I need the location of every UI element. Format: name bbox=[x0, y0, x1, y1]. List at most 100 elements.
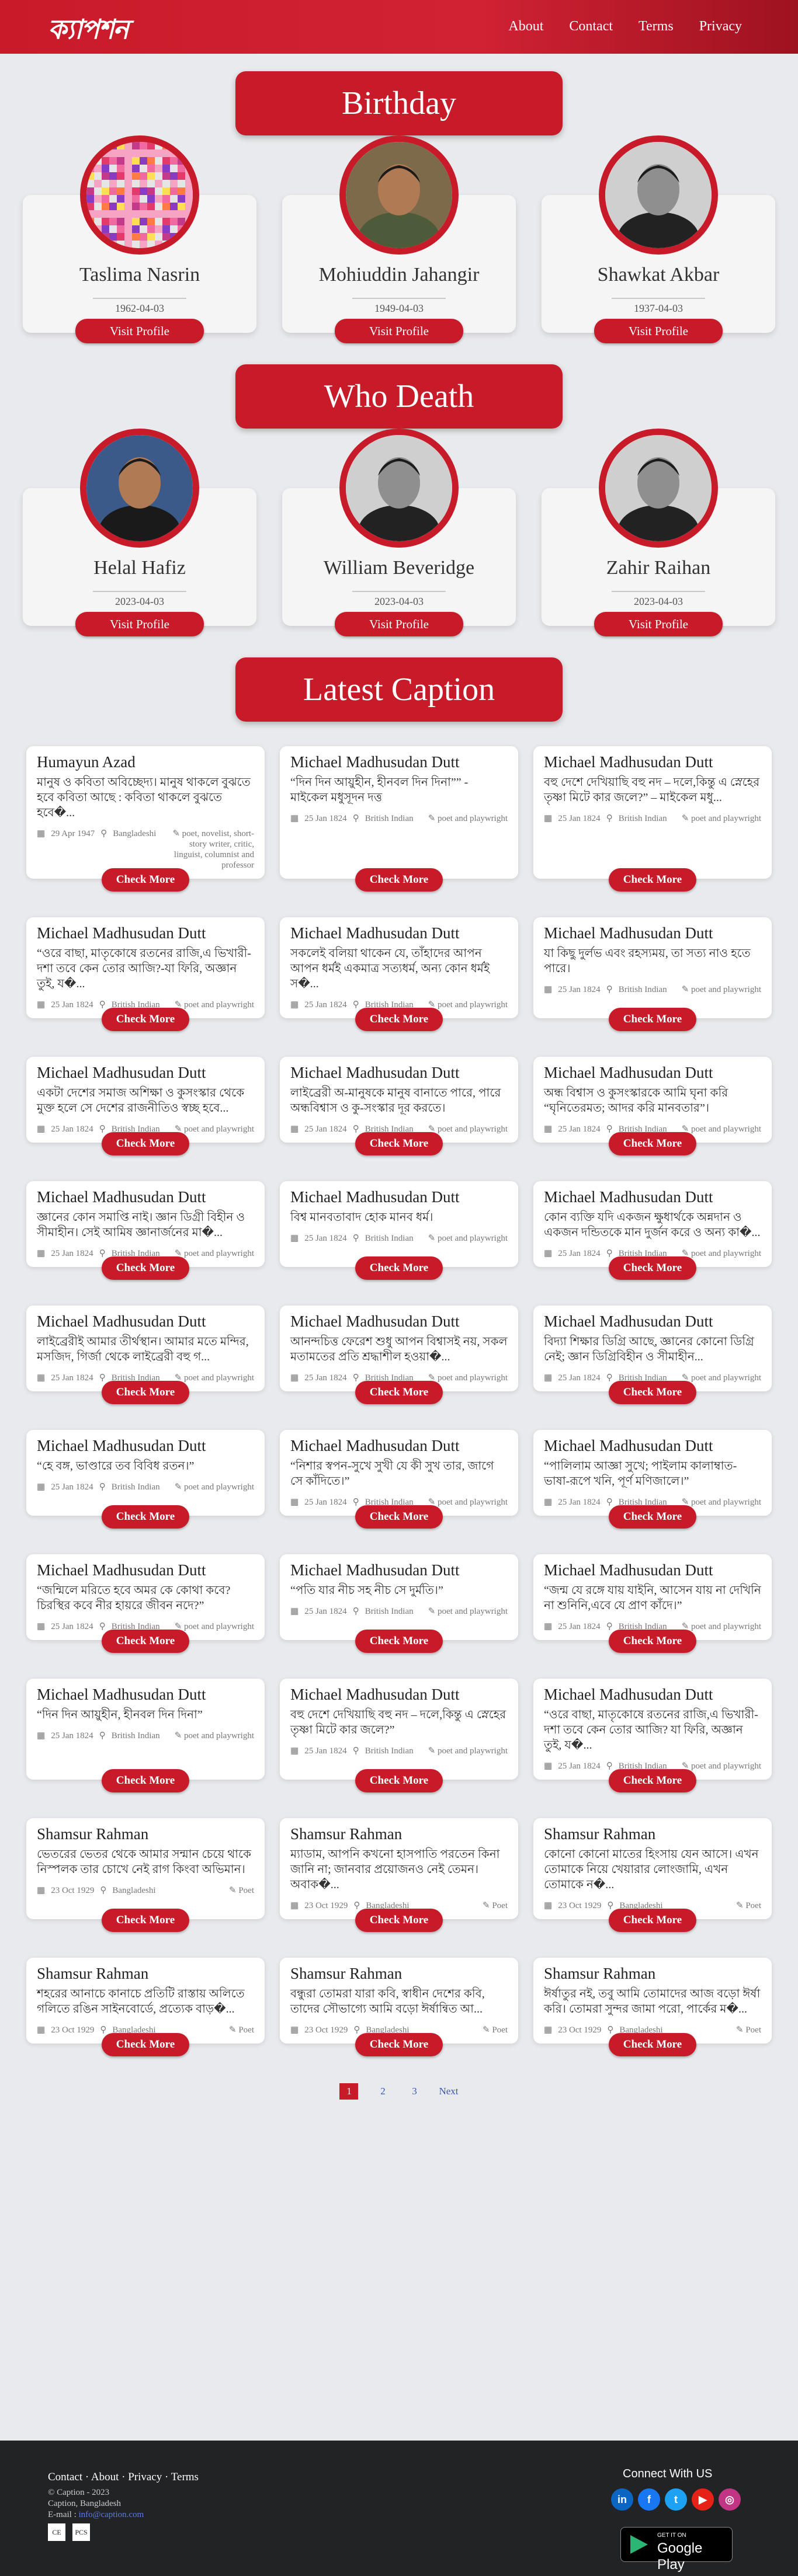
check-more-button[interactable]: Check More bbox=[609, 1256, 696, 1280]
google-play-button[interactable]: GET IT ON Google Play bbox=[620, 2527, 733, 2572]
person-name[interactable]: Zahir Raihan bbox=[542, 557, 775, 579]
visit-profile-button[interactable]: Visit Profile bbox=[75, 612, 204, 636]
check-more-button[interactable]: Check More bbox=[355, 1256, 443, 1280]
page-link[interactable]: 1 bbox=[339, 2083, 359, 2100]
instagram-icon[interactable]: ◎ bbox=[719, 2488, 741, 2511]
caption-author[interactable]: Michael Madhusudan Dutt bbox=[37, 1064, 254, 1082]
person-name[interactable]: Shawkat Akbar bbox=[542, 264, 775, 286]
check-more-button[interactable]: Check More bbox=[102, 1381, 189, 1404]
check-more-button[interactable]: Check More bbox=[355, 1630, 443, 1653]
visit-profile-button[interactable]: Visit Profile bbox=[594, 319, 723, 343]
check-more-button[interactable]: Check More bbox=[102, 1132, 189, 1155]
caption-card: Michael Madhusudan Dutt বিশ্ব মানবতাবাদ হ… bbox=[280, 1181, 518, 1280]
check-more-button[interactable]: Check More bbox=[355, 1769, 443, 1792]
caption-author[interactable]: Michael Madhusudan Dutt bbox=[544, 753, 761, 771]
check-more-button[interactable]: Check More bbox=[102, 868, 189, 892]
check-more-button[interactable]: Check More bbox=[102, 1256, 189, 1280]
caption-author[interactable]: Shamsur Rahman bbox=[544, 1825, 761, 1843]
avatar[interactable] bbox=[80, 135, 199, 255]
facebook-icon[interactable]: f bbox=[638, 2488, 660, 2511]
check-more-button[interactable]: Check More bbox=[102, 1769, 189, 1792]
linkedin-icon[interactable]: in bbox=[611, 2488, 633, 2511]
caption-author[interactable]: Michael Madhusudan Dutt bbox=[544, 1188, 761, 1206]
check-more-button[interactable]: Check More bbox=[609, 1381, 696, 1404]
avatar[interactable] bbox=[599, 429, 718, 548]
store-caption: GET IT ON bbox=[657, 2532, 686, 2539]
nav-privacy[interactable]: Privacy bbox=[699, 19, 742, 34]
check-more-button[interactable]: Check More bbox=[102, 1008, 189, 1031]
caption-author[interactable]: Michael Madhusudan Dutt bbox=[290, 1064, 508, 1082]
email-link[interactable]: info@caption.com bbox=[79, 2510, 144, 2519]
person-name[interactable]: Helal Hafiz bbox=[23, 557, 256, 579]
check-more-button[interactable]: Check More bbox=[102, 2033, 189, 2056]
caption-author[interactable]: Michael Madhusudan Dutt bbox=[290, 1561, 508, 1579]
check-more-button[interactable]: Check More bbox=[102, 1630, 189, 1653]
caption-author[interactable]: Shamsur Rahman bbox=[37, 1825, 254, 1843]
check-more-button[interactable]: Check More bbox=[609, 1909, 696, 1932]
caption-author[interactable]: Shamsur Rahman bbox=[544, 1965, 761, 1983]
twitter-icon[interactable]: t bbox=[665, 2488, 687, 2511]
check-more-button[interactable]: Check More bbox=[355, 1505, 443, 1529]
check-more-button[interactable]: Check More bbox=[609, 1505, 696, 1529]
check-more-button[interactable]: Check More bbox=[609, 2033, 696, 2056]
page-link[interactable]: 2 bbox=[376, 2083, 390, 2100]
visit-profile-button[interactable]: Visit Profile bbox=[335, 319, 463, 343]
check-more-button[interactable]: Check More bbox=[102, 1909, 189, 1932]
nav-terms[interactable]: Terms bbox=[639, 19, 674, 34]
nav-about[interactable]: About bbox=[508, 19, 543, 34]
caption-author[interactable]: Michael Madhusudan Dutt bbox=[290, 1437, 508, 1455]
profession-icon: ✎ bbox=[428, 814, 438, 823]
avatar[interactable] bbox=[599, 135, 718, 255]
caption-author[interactable]: Michael Madhusudan Dutt bbox=[290, 1686, 508, 1704]
person-name[interactable]: William Beveridge bbox=[282, 557, 516, 579]
check-more-button[interactable]: Check More bbox=[609, 1630, 696, 1653]
youtube-icon[interactable]: ▶ bbox=[692, 2488, 714, 2511]
caption-author[interactable]: Shamsur Rahman bbox=[37, 1965, 254, 1983]
check-more-button[interactable]: Check More bbox=[355, 2033, 443, 2056]
caption-author[interactable]: Michael Madhusudan Dutt bbox=[37, 1313, 254, 1331]
check-more-button[interactable]: Check More bbox=[355, 1008, 443, 1031]
caption-author[interactable]: Michael Madhusudan Dutt bbox=[290, 1313, 508, 1331]
caption-author[interactable]: Michael Madhusudan Dutt bbox=[37, 1561, 254, 1579]
caption-author[interactable]: Michael Madhusudan Dutt bbox=[37, 1188, 254, 1206]
avatar[interactable] bbox=[80, 429, 199, 548]
next-page-link[interactable]: Next bbox=[439, 2083, 458, 2100]
caption-author[interactable]: Shamsur Rahman bbox=[290, 1825, 508, 1843]
caption-author[interactable]: Michael Madhusudan Dutt bbox=[290, 924, 508, 942]
check-more-button[interactable]: Check More bbox=[355, 868, 443, 892]
check-more-button[interactable]: Check More bbox=[355, 1132, 443, 1155]
check-more-button[interactable]: Check More bbox=[355, 1381, 443, 1404]
person-name[interactable]: Taslima Nasrin bbox=[23, 264, 256, 286]
caption-author[interactable]: Michael Madhusudan Dutt bbox=[37, 1437, 254, 1455]
avatar[interactable] bbox=[339, 429, 459, 548]
caption-author[interactable]: Michael Madhusudan Dutt bbox=[37, 924, 254, 942]
nav-contact[interactable]: Contact bbox=[569, 19, 613, 34]
caption-author[interactable]: Humayun Azad bbox=[37, 753, 254, 771]
caption-author[interactable]: Michael Madhusudan Dutt bbox=[544, 1064, 761, 1082]
caption-author[interactable]: Michael Madhusudan Dutt bbox=[37, 1686, 254, 1704]
site-logo[interactable]: ক্যাপশন bbox=[48, 9, 129, 54]
check-more-button[interactable]: Check More bbox=[609, 1132, 696, 1155]
caption-author[interactable]: Michael Madhusudan Dutt bbox=[544, 924, 761, 942]
caption-author[interactable]: Michael Madhusudan Dutt bbox=[544, 1561, 761, 1579]
check-more-button[interactable]: Check More bbox=[609, 868, 696, 892]
visit-profile-button[interactable]: Visit Profile bbox=[594, 612, 723, 636]
caption-author[interactable]: Michael Madhusudan Dutt bbox=[544, 1313, 761, 1331]
avatar[interactable] bbox=[339, 135, 459, 255]
nationality: British Indian bbox=[618, 814, 667, 823]
check-more-button[interactable]: Check More bbox=[355, 1909, 443, 1932]
caption-author[interactable]: Michael Madhusudan Dutt bbox=[290, 1188, 508, 1206]
footer-links[interactable]: Contact · About · Privacy · Terms bbox=[48, 2471, 199, 2484]
check-more-button[interactable]: Check More bbox=[609, 1008, 696, 1031]
birth-date: 23 Oct 1929 bbox=[558, 1901, 602, 1910]
check-more-button[interactable]: Check More bbox=[102, 1505, 189, 1529]
caption-author[interactable]: Michael Madhusudan Dutt bbox=[290, 753, 508, 771]
person-name[interactable]: Mohiuddin Jahangir bbox=[282, 264, 516, 286]
caption-author[interactable]: Michael Madhusudan Dutt bbox=[544, 1686, 761, 1704]
caption-author[interactable]: Shamsur Rahman bbox=[290, 1965, 508, 1983]
visit-profile-button[interactable]: Visit Profile bbox=[75, 319, 204, 343]
visit-profile-button[interactable]: Visit Profile bbox=[335, 612, 463, 636]
check-more-button[interactable]: Check More bbox=[609, 1769, 696, 1792]
page-link[interactable]: 3 bbox=[407, 2083, 421, 2100]
caption-author[interactable]: Michael Madhusudan Dutt bbox=[544, 1437, 761, 1455]
